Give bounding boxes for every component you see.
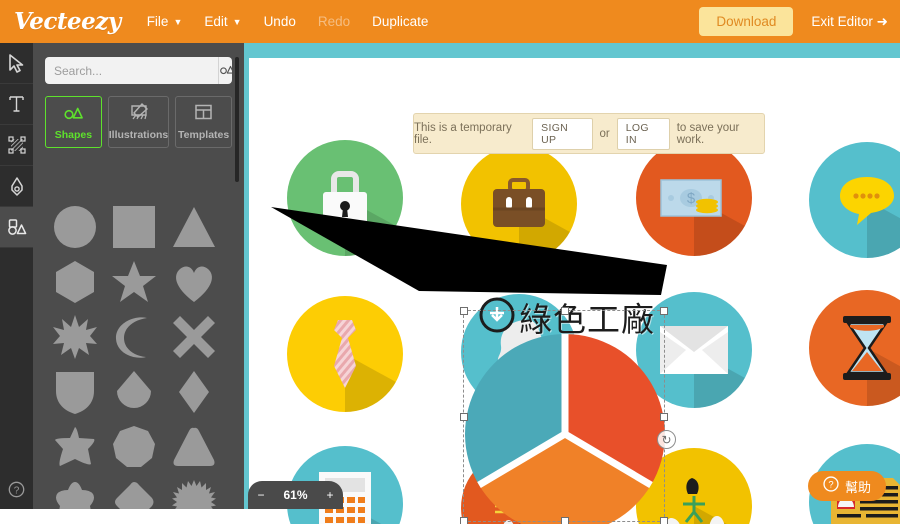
illustrations-icon — [129, 102, 149, 126]
shapes-tool[interactable] — [0, 207, 33, 248]
top-bar: Vecteezy File ▼ Edit ▼ Undo Redo Duplica… — [0, 0, 900, 43]
artboard[interactable]: $ 綠色工廠 ↻ This is a temporary file. SIGN … — [249, 58, 900, 524]
text-icon — [8, 95, 25, 114]
rotate-icon[interactable]: ↻ — [657, 430, 676, 449]
zoom-widget: − 61% + — [248, 481, 343, 509]
menu-edit[interactable]: Edit ▼ — [204, 14, 241, 29]
shape-rounded-triangle[interactable] — [164, 419, 224, 474]
selection-bounding-box[interactable] — [460, 307, 668, 524]
resize-handle-sw[interactable] — [460, 517, 468, 524]
menu-redo: Redo — [317, 14, 351, 29]
text-tool[interactable] — [0, 84, 33, 125]
panel-tabs: Shapes Illustrations Templates — [45, 96, 233, 148]
shape-star-5[interactable] — [105, 254, 165, 309]
shape-square[interactable] — [105, 199, 165, 254]
shape-hexagon[interactable] — [45, 254, 105, 309]
question-circle-icon: ? — [8, 481, 25, 503]
tab-illustrations-label: Illustrations — [108, 129, 169, 141]
shape-heart[interactable] — [164, 254, 224, 309]
shape-diamond[interactable] — [164, 364, 224, 419]
shape-sunburst[interactable] — [164, 474, 224, 509]
menu-file-label: File — [146, 14, 169, 29]
panel-scrollbar[interactable] — [235, 57, 239, 182]
transform-tool[interactable] — [0, 125, 33, 166]
exit-editor-button[interactable]: Exit Editor ➜ — [811, 14, 888, 30]
tab-templates[interactable]: Templates — [175, 96, 233, 148]
zoom-level-label: 61% — [283, 488, 308, 502]
tab-templates-label: Templates — [178, 129, 230, 141]
banner-text-before: This is a temporary file. — [414, 121, 512, 146]
canvas-area[interactable]: $ 綠色工廠 ↻ This is a temporary file. SIGN … — [244, 43, 900, 524]
shape-shield[interactable] — [45, 364, 105, 419]
login-button[interactable]: LOG IN — [616, 117, 670, 150]
shape-rounded-star[interactable] — [45, 419, 105, 474]
shape-crescent-moon[interactable] — [105, 309, 165, 364]
shape-rounded-pentagon-star[interactable] — [45, 474, 105, 509]
app-logo[interactable]: Vecteezy — [14, 8, 121, 35]
chevron-down-icon: ▼ — [232, 17, 242, 27]
menu-file[interactable]: File ▼ — [147, 14, 183, 29]
shape-nonagon[interactable] — [105, 419, 165, 474]
templates-icon — [194, 103, 213, 126]
banner-or-label: or — [599, 127, 610, 140]
zoom-out-button[interactable]: − — [257, 488, 264, 502]
help-tool[interactable]: ? — [0, 475, 33, 509]
resize-handle-n[interactable] — [561, 307, 569, 315]
cursor-icon — [8, 53, 25, 73]
hourglass-icon — [809, 290, 900, 406]
pen-tool[interactable] — [0, 166, 33, 207]
tab-shapes[interactable]: Shapes — [45, 96, 102, 148]
resize-handle-s[interactable] — [561, 517, 569, 524]
menu-duplicate[interactable]: Duplicate — [372, 14, 428, 29]
shape-starburst-10[interactable] — [45, 309, 105, 364]
transform-icon — [7, 136, 26, 154]
artwork-tile-speech-bubble[interactable] — [809, 142, 900, 258]
download-button[interactable]: Download — [699, 7, 794, 36]
speech-bubble-icon — [809, 142, 900, 258]
artwork-tile-hourglass[interactable] — [809, 290, 900, 406]
svg-text:?: ? — [828, 479, 833, 490]
menu-undo[interactable]: Undo — [264, 14, 296, 29]
svg-text:$: $ — [687, 190, 696, 207]
menu-edit-label: Edit — [204, 14, 228, 29]
tab-illustrations[interactable]: Illustrations — [107, 96, 170, 148]
help-button[interactable]: ? 幫助 — [807, 471, 886, 501]
black-arrow-shape[interactable] — [269, 203, 669, 313]
temporary-file-banner: This is a temporary file. SIGN UP or LOG… — [413, 113, 765, 154]
search-input[interactable] — [45, 57, 218, 84]
banner-text-after: to save your work. — [676, 121, 740, 146]
shapes-panel: ▼ Shapes Illustrations Templates — [33, 43, 244, 509]
resize-handle-se[interactable] — [660, 517, 668, 524]
select-tool[interactable] — [0, 43, 33, 84]
svg-text:?: ? — [14, 485, 20, 496]
tool-rail: ? — [0, 43, 33, 509]
resize-handle-ne[interactable] — [660, 307, 668, 315]
shapes-grid — [33, 195, 244, 509]
shapes-icon — [63, 103, 84, 126]
shapes-scroll-region — [33, 195, 244, 509]
shape-circle[interactable] — [45, 199, 105, 254]
chevron-down-icon: ▼ — [173, 17, 183, 27]
pen-icon — [9, 176, 25, 196]
resize-handle-e[interactable] — [660, 413, 668, 421]
question-circle-icon: ? — [823, 476, 839, 496]
resize-handle-w[interactable] — [460, 413, 468, 421]
shapes-icon — [219, 61, 232, 80]
signup-button[interactable]: SIGN UP — [532, 117, 593, 150]
resize-handle-nw[interactable] — [460, 307, 468, 315]
shapes-icon — [7, 218, 27, 236]
shape-teardrop[interactable] — [105, 364, 165, 419]
top-bar-actions: Download Exit Editor ➜ — [699, 7, 888, 36]
shape-rounded-diamond[interactable] — [105, 474, 165, 509]
zoom-in-button[interactable]: + — [326, 488, 333, 502]
shape-triangle[interactable] — [164, 199, 224, 254]
search-row: ▼ — [45, 57, 232, 84]
tab-shapes-label: Shapes — [54, 129, 93, 141]
search-kind-dropdown[interactable]: ▼ — [218, 57, 232, 84]
help-button-label: 幫助 — [844, 480, 871, 496]
necktie-icon — [287, 296, 403, 412]
artwork-tile-necktie[interactable] — [287, 296, 403, 412]
shape-x-cross[interactable] — [164, 309, 224, 364]
